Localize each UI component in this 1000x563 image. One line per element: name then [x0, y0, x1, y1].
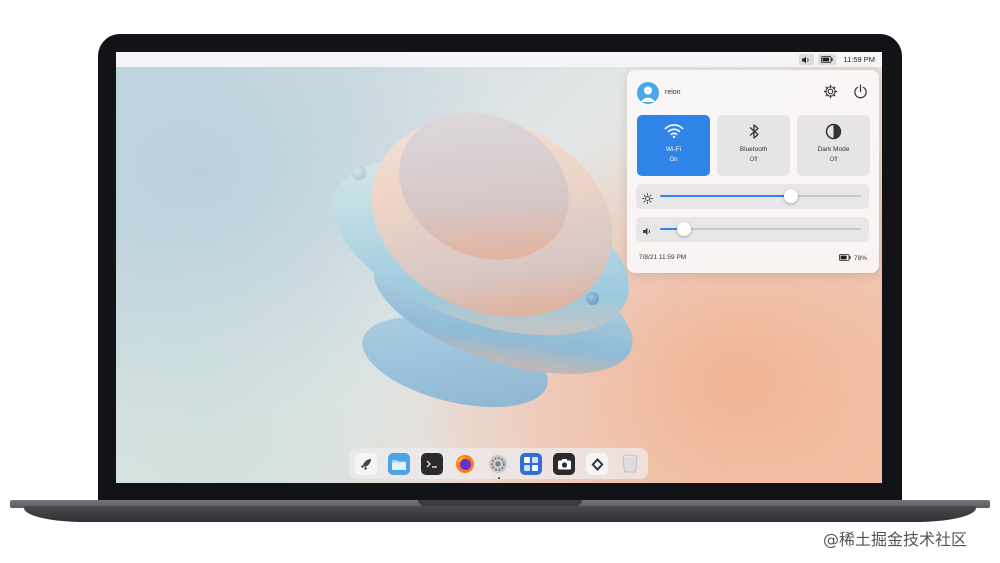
control-center: reion Wi-Fi On Bluetooth Off Dark Mode O…: [627, 70, 879, 273]
sun-icon: [642, 191, 653, 204]
brightness-knob[interactable]: [783, 189, 798, 203]
bluetooth-state: Off: [749, 157, 758, 163]
brightness-fill: [660, 195, 791, 197]
dark-mode-state: Off: [829, 157, 838, 163]
dock: [349, 448, 648, 479]
calculator-icon[interactable]: [520, 453, 542, 475]
battery-status: 78%: [839, 254, 867, 263]
clock[interactable]: 11:59 PM: [840, 55, 878, 64]
datetime: 7/8/21 11:59 PM: [639, 254, 687, 261]
battery-icon[interactable]: [818, 54, 837, 65]
volume-icon[interactable]: [799, 54, 815, 65]
dark-mode-tile[interactable]: Dark Mode Off: [797, 115, 870, 176]
brightness-row: [636, 184, 869, 209]
firefox-icon[interactable]: [454, 453, 476, 475]
power-icon[interactable]: [851, 82, 869, 100]
speaker-icon: [642, 224, 653, 236]
wifi-label: Wi-Fi: [665, 146, 682, 153]
wifi-tile[interactable]: Wi-Fi On: [637, 115, 710, 176]
bluetooth-tile[interactable]: Bluetooth Off: [717, 115, 790, 176]
battery-percent: 78%: [853, 255, 867, 262]
watermark: @稀土掘金技术社区: [823, 530, 968, 549]
settings-icon[interactable]: [487, 453, 509, 475]
terminal-icon[interactable]: [421, 453, 443, 475]
laptop-base-bottom: [24, 506, 976, 522]
user-avatar[interactable]: [637, 82, 659, 104]
laptop-hinge: [418, 500, 582, 506]
battery-small-icon: [839, 254, 851, 263]
wifi-icon: [664, 122, 684, 140]
launcher-icon[interactable]: [355, 453, 377, 475]
screenshot-icon[interactable]: [553, 453, 575, 475]
dark-mode-icon: [825, 122, 842, 140]
store-icon[interactable]: [586, 453, 608, 475]
gear-icon[interactable]: [821, 82, 839, 100]
wallpaper-sphere-small: [352, 166, 366, 180]
volume-slider[interactable]: [660, 222, 861, 236]
desktop-screen: 11:59 PM reion Wi-Fi On Bluetooth Off Da…: [116, 52, 882, 483]
top-panel: 11:59 PM: [116, 52, 882, 67]
dark-mode-label: Dark Mode: [817, 146, 850, 153]
system-tray: 11:59 PM: [799, 54, 878, 65]
bluetooth-label: Bluetooth: [739, 146, 768, 153]
volume-knob[interactable]: [677, 222, 692, 236]
running-indicator: [498, 477, 500, 479]
wifi-state: On: [669, 157, 678, 163]
wallpaper-sphere-dot: [586, 292, 599, 305]
username: reion: [665, 89, 681, 96]
bluetooth-icon: [748, 122, 760, 140]
brightness-slider[interactable]: [660, 189, 861, 203]
files-icon[interactable]: [388, 453, 410, 475]
volume-row: [636, 217, 869, 242]
trash-icon[interactable]: [619, 453, 641, 475]
